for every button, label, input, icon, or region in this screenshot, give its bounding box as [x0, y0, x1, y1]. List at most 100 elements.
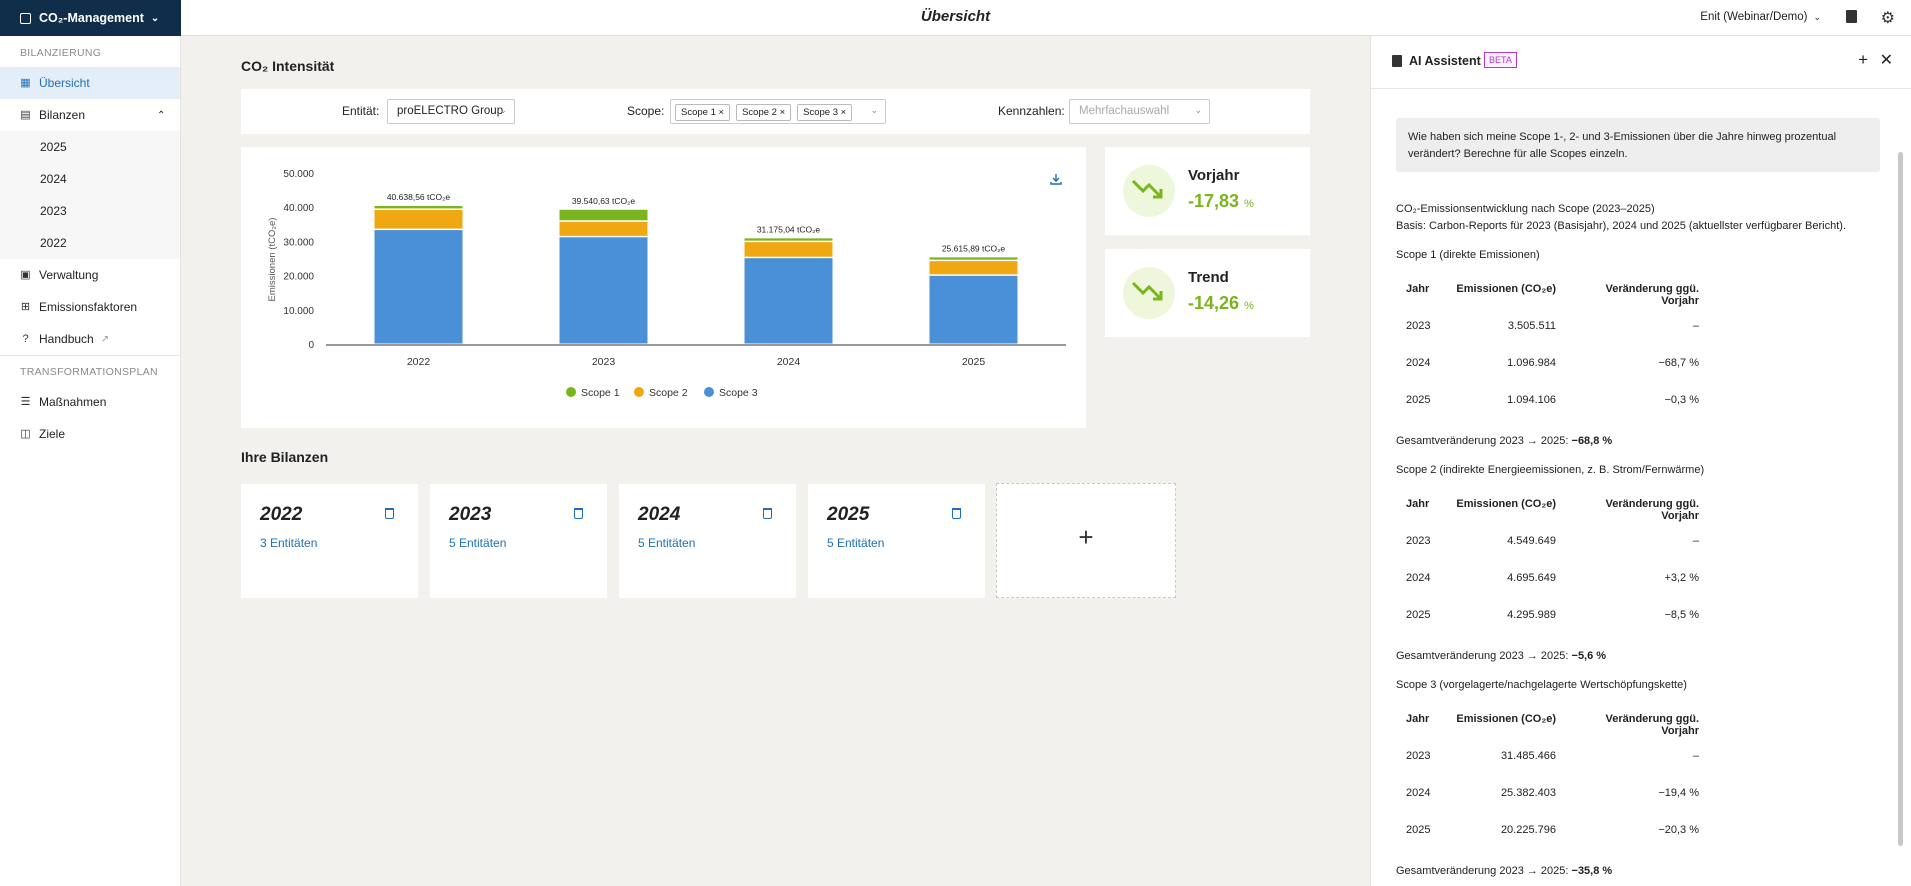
kpi-unit: %: [1244, 300, 1254, 312]
x-tick-label: 2023: [592, 356, 616, 368]
chevron-down-icon: ⌄: [870, 105, 878, 115]
data-label: 39.540,63 tCO₂e: [572, 196, 636, 206]
y-tick-label: 20.000: [283, 272, 314, 283]
trash-icon[interactable]: [763, 508, 772, 519]
add-bilanz-button[interactable]: +: [996, 483, 1176, 598]
x-tick-label: 2024: [777, 356, 801, 368]
table-cell: 4.695.649: [1507, 572, 1556, 584]
chip-label: Scope 2: [742, 107, 777, 118]
total-value: −5,6 %: [1571, 650, 1607, 662]
bilanz-entities-link[interactable]: 5 Entitäten: [449, 536, 506, 550]
divider: [0, 355, 180, 356]
answer-intro-basis: Basis: Carbon-Reports für 2023 (Basisjah…: [1396, 220, 1847, 232]
close-icon[interactable]: ×: [841, 107, 847, 118]
bar-segment-scope-2: [744, 242, 833, 257]
x-tick-label: 2022: [407, 356, 431, 368]
scope-select[interactable]: Scope 1 × Scope 2 × Scope 3 × ⌄: [670, 99, 886, 124]
trend-down-icon: [1123, 165, 1175, 217]
scope-chip-1[interactable]: Scope 1 ×: [675, 104, 731, 121]
table-cell: 20.225.796: [1500, 824, 1556, 836]
app-switcher[interactable]: CO₂-Management ⌄: [0, 0, 181, 36]
answer-intro-title: CO₂-Emissionsentwicklung nach Scope (202…: [1396, 203, 1655, 215]
chip-label: Scope 1: [681, 107, 716, 118]
bar-segment-scope-3: [374, 230, 463, 344]
bar-segment-scope-2: [929, 261, 1018, 275]
sidebar-item-2023[interactable]: 2023: [0, 195, 180, 227]
table-total: Gesamtveränderung 2023 → 2025: −35,8 %: [1396, 863, 1612, 879]
sidebar-item-verwaltung[interactable]: ▣ Verwaltung: [0, 259, 180, 291]
sidebar-item-handbuch[interactable]: ? Handbuch ↗: [0, 323, 180, 355]
bar-segment-scope-3: [744, 258, 833, 344]
user-menu[interactable]: Enit (Webinar/Demo) ⌄: [1700, 11, 1821, 23]
trash-icon[interactable]: [952, 508, 961, 519]
sidebar-item-label: Verwaltung: [39, 268, 99, 282]
bilanz-card-2024[interactable]: 2024 5 Entitäten: [619, 484, 796, 598]
trend-down-icon: [1123, 267, 1175, 319]
gear-icon[interactable]: ⚙: [1881, 8, 1895, 28]
trash-icon[interactable]: [385, 508, 394, 519]
bar-segment-scope-1: [929, 257, 1018, 260]
total-value: −68,8 %: [1571, 435, 1613, 447]
table-header: Emissionen (CO₂e): [1456, 713, 1556, 725]
table-cell: 2024: [1406, 787, 1431, 799]
total-label: Gesamtveränderung 2023 → 2025:: [1396, 435, 1569, 447]
bilanz-entities-link[interactable]: 3 Entitäten: [260, 536, 317, 550]
download-icon[interactable]: [1050, 173, 1062, 185]
sidebar-item-ziele[interactable]: ◫ Ziele: [0, 418, 180, 450]
sidebar-item-uebersicht[interactable]: ▦ Übersicht: [0, 67, 180, 99]
close-icon[interactable]: ✕: [1880, 50, 1893, 70]
book-icon[interactable]: [1846, 10, 1857, 23]
legend-label: Scope 1: [581, 387, 620, 399]
kpi-value: -17,83 %: [1188, 191, 1254, 212]
sidebar-item-2024[interactable]: 2024: [0, 163, 180, 195]
bilanz-card-2023[interactable]: 2023 5 Entitäten: [430, 484, 607, 598]
bilanz-entities-link[interactable]: 5 Entitäten: [827, 536, 884, 550]
kpi-placeholder: Mehrfachauswahl: [1079, 105, 1170, 117]
bar-segment-scope-1: [374, 206, 463, 209]
kpi-label: Kennzahlen:: [998, 104, 1065, 118]
sidebar-item-2022[interactable]: 2022: [0, 227, 180, 259]
help-icon: ?: [22, 332, 29, 345]
trash-icon[interactable]: [574, 508, 583, 519]
kpi-title: Vorjahr: [1188, 167, 1240, 184]
sidebar-item-bilanzen[interactable]: ▤ Bilanzen ⌃: [0, 99, 180, 131]
table-cell: 2025: [1406, 609, 1431, 621]
table-cell: 1.096.984: [1507, 357, 1556, 369]
bilanz-year: 2023: [449, 504, 492, 525]
y-tick-label: 50.000: [283, 169, 314, 180]
table-cell: −68,7 %: [1658, 357, 1699, 369]
bilanz-entities-link[interactable]: 5 Entitäten: [638, 536, 695, 550]
y-axis-label: Emissionen (tCO₂e): [267, 218, 278, 302]
kpi-select[interactable]: Mehrfachauswahl ⌄: [1069, 99, 1210, 124]
table-header: Jahr: [1406, 283, 1430, 295]
bilanz-year: 2024: [638, 504, 681, 525]
kpi-unit: %: [1244, 198, 1254, 210]
sidebar-item-2025[interactable]: 2025: [0, 131, 180, 163]
scrollbar[interactable]: [1898, 152, 1903, 846]
table-title: Scope 3 (vorgelagerte/nachgelagerte Wert…: [1396, 679, 1687, 691]
table-cell: 31.485.466: [1500, 750, 1556, 762]
app-name: CO₂-Management: [39, 11, 144, 25]
close-icon[interactable]: ×: [780, 107, 786, 118]
entity-select[interactable]: proELECTRO Group ⌄: [387, 99, 515, 124]
bilanz-card-2022[interactable]: 2022 3 Entitäten: [241, 484, 418, 598]
table-cell: −0,3 %: [1664, 394, 1699, 406]
top-bar: CO₂-Management ⌄ Übersicht Enit (Webinar…: [0, 0, 1911, 36]
bilanz-card-2025[interactable]: 2025 5 Entitäten: [808, 484, 985, 598]
sidebar-item-emissionsfaktoren[interactable]: ⊞ Emissionsfaktoren: [0, 291, 180, 323]
section-transformationsplan: TRANSFORMATIONSPLAN: [20, 366, 158, 378]
close-icon[interactable]: ×: [719, 107, 725, 118]
y-tick-label: 10.000: [283, 306, 314, 317]
legend-label: Scope 2: [649, 387, 688, 399]
sidebar-item-massnahmen[interactable]: ☰ Maßnahmen: [0, 386, 180, 418]
table-cell: 25.382.403: [1500, 787, 1556, 799]
table-header: Veränderung ggü. Vorjahr: [1605, 498, 1699, 522]
bar-segment-scope-3: [929, 275, 1018, 344]
new-chat-icon[interactable]: +: [1858, 50, 1868, 70]
bar-segment-scope-3: [559, 237, 648, 344]
kpi-card-trend: Trend -14,26 %: [1105, 249, 1310, 337]
app-icon: [20, 12, 31, 24]
legend-marker: [634, 387, 644, 397]
scope-chip-2[interactable]: Scope 2 ×: [736, 104, 792, 121]
scope-chip-3[interactable]: Scope 3 ×: [797, 104, 853, 121]
